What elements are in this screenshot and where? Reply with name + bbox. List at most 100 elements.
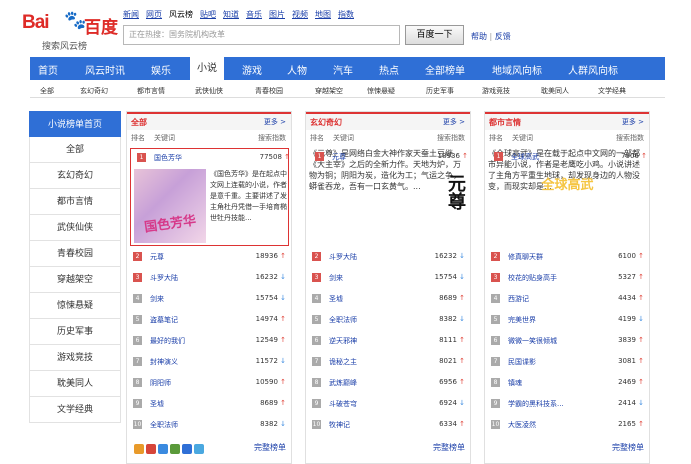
table-row[interactable]: 8 阴阳师 10590 ↑ — [127, 374, 291, 393]
table-row[interactable]: 10 全职法师 8382 ↓ — [127, 416, 291, 435]
topnav-link[interactable]: 新闻 — [123, 10, 139, 19]
table-row[interactable]: 5 全职法师 8382 ↓ — [306, 311, 470, 330]
subnav-link[interactable]: 青春校园 — [255, 86, 283, 96]
topnav-link[interactable]: 指数 — [338, 10, 354, 19]
sidebar-item[interactable]: 耽美同人 — [29, 371, 121, 397]
item-name[interactable]: 剑来 — [150, 294, 164, 304]
sidebar-item[interactable]: 穿越架空 — [29, 267, 121, 293]
topnav-link[interactable]: 视频 — [292, 10, 308, 19]
table-row[interactable]: 6 逆天邪神 8111 ↑ — [306, 332, 470, 351]
sidebar-item[interactable]: 游戏竞技 — [29, 345, 121, 371]
subnav-link[interactable]: 玄幻奇幻 — [80, 86, 108, 96]
subnav-link[interactable]: 耽美同人 — [541, 86, 569, 96]
item-name[interactable]: 学霸的黑科技系... — [508, 399, 564, 409]
full-list-link[interactable]: 完整榜单 — [254, 442, 286, 453]
item-name[interactable]: 全职法师 — [329, 315, 357, 325]
item-name[interactable]: 封神演义 — [150, 357, 178, 367]
top-item-card[interactable]: 1 全球高武 7906 ↑ 全球高武 《全球高武》是在载于起点中文网的一部都市异能小说，… — [488, 148, 647, 246]
table-row[interactable]: 4 西游记 4434 ↑ — [485, 290, 649, 309]
table-row[interactable]: 7 诡秘之主 8021 ↑ — [306, 353, 470, 372]
item-name[interactable]: 全职法师 — [150, 420, 178, 430]
top-item-card[interactable]: 1 元尊 18936 ↑ 元尊 《元尊》是网络白金大神作家天蚕土豆继《大主宰》之后的全新… — [309, 148, 468, 246]
table-row[interactable]: 1 国色芳华 77508 ↑ — [131, 149, 295, 168]
item-name[interactable]: 圣墟 — [150, 399, 164, 409]
table-row[interactable]: 7 民国谍影 3081 ↑ — [485, 353, 649, 372]
table-row[interactable]: 1 元尊 18936 ↑ — [309, 148, 473, 167]
nav-tab[interactable]: 人物 — [287, 62, 307, 77]
item-name[interactable]: 民国谍影 — [508, 357, 536, 367]
share-icon[interactable] — [170, 444, 180, 454]
baidu-logo[interactable]: Bai 🐾 百度 搜索风云榜 — [22, 10, 118, 52]
subnav-link[interactable]: 穿越架空 — [315, 86, 343, 96]
sidebar-item[interactable]: 惊悚悬疑 — [29, 293, 121, 319]
table-row[interactable]: 6 最好的我们 12549 ↑ — [127, 332, 291, 351]
nav-tab[interactable]: 风云时讯 — [85, 62, 125, 77]
share-icon[interactable] — [158, 444, 168, 454]
item-name[interactable]: 武炼巅峰 — [329, 378, 357, 388]
top-item-card[interactable]: 1 国色芳华 77508 ↑ 国色芳华 《国色芳华》是在起点中文网上连载的小说，作者是意… — [130, 148, 290, 246]
more-link[interactable]: 更多 > — [622, 117, 644, 127]
topnav-link[interactable]: 音乐 — [246, 10, 262, 19]
subnav-link[interactable]: 游戏竞技 — [482, 86, 510, 96]
full-list-link[interactable]: 完整榜单 — [612, 442, 644, 453]
item-name[interactable]: 完美世界 — [508, 315, 536, 325]
table-row[interactable]: 6 微微一笑很倾城 3839 ↑ — [485, 332, 649, 351]
share-icon[interactable] — [182, 444, 192, 454]
item-name[interactable]: 元尊 — [332, 152, 346, 162]
topnav-link[interactable]: 网页 — [146, 10, 162, 19]
item-name[interactable]: 盗墓笔记 — [150, 315, 178, 325]
item-name[interactable]: 逆天邪神 — [329, 336, 357, 346]
column-title[interactable]: 都市言情 — [489, 117, 521, 128]
table-row[interactable]: 2 修真聊天群 6100 ↑ — [485, 248, 649, 267]
topnav-link[interactable]: 图片 — [269, 10, 285, 19]
item-name[interactable]: 修真聊天群 — [508, 252, 543, 262]
topnav-link[interactable]: 知道 — [223, 10, 239, 19]
table-row[interactable]: 5 盗墓笔记 14974 ↑ — [127, 311, 291, 330]
topnav-link[interactable]: 风云榜 — [169, 10, 193, 19]
table-row[interactable]: 7 封神演义 11572 ↓ — [127, 353, 291, 372]
book-cover[interactable]: 国色芳华 — [134, 169, 206, 243]
nav-tab[interactable]: 汽车 — [333, 62, 353, 77]
item-name[interactable]: 西游记 — [508, 294, 529, 304]
item-name[interactable]: 微微一笑很倾城 — [508, 336, 557, 346]
item-name[interactable]: 国色芳华 — [154, 153, 182, 163]
table-row[interactable]: 4 剑来 15754 ↓ — [127, 290, 291, 309]
share-icon[interactable] — [134, 444, 144, 454]
item-name[interactable]: 牧神记 — [329, 420, 350, 430]
nav-tab[interactable]: 地域风向标 — [492, 62, 542, 77]
table-row[interactable]: 8 镇魂 2469 ↑ — [485, 374, 649, 393]
more-link[interactable]: 更多 > — [264, 117, 286, 127]
item-name[interactable]: 大医凌然 — [508, 420, 536, 430]
sidebar-item[interactable]: 都市言情 — [29, 189, 121, 215]
table-row[interactable]: 1 全球高武 7906 ↑ — [488, 148, 652, 167]
subnav-link[interactable]: 文学经典 — [598, 86, 626, 96]
table-row[interactable]: 5 完美世界 4199 ↓ — [485, 311, 649, 330]
table-row[interactable]: 10 大医凌然 2165 ↑ — [485, 416, 649, 435]
share-icon[interactable] — [146, 444, 156, 454]
table-row[interactable]: 3 剑来 15754 ↓ — [306, 269, 470, 288]
sidebar-item[interactable]: 玄幻奇幻 — [29, 163, 121, 189]
item-name[interactable]: 校花的贴身高手 — [508, 273, 557, 283]
column-title[interactable]: 全部 — [131, 117, 147, 128]
full-list-link[interactable]: 完整榜单 — [433, 442, 465, 453]
topnav-link[interactable]: 贴吧 — [200, 10, 216, 19]
feedback-link[interactable]: 反馈 — [495, 32, 511, 41]
nav-tab[interactable]: 小说 — [190, 57, 224, 80]
table-row[interactable]: 2 元尊 18936 ↑ — [127, 248, 291, 267]
subnav-link[interactable]: 历史军事 — [426, 86, 454, 96]
item-name[interactable]: 剑来 — [329, 273, 343, 283]
item-name[interactable]: 斗罗大陆 — [150, 273, 178, 283]
sidebar-item[interactable]: 青春校园 — [29, 241, 121, 267]
search-button[interactable]: 百度一下 — [405, 25, 464, 45]
table-row[interactable]: 8 武炼巅峰 6956 ↑ — [306, 374, 470, 393]
column-title[interactable]: 玄幻奇幻 — [310, 117, 342, 128]
table-row[interactable]: 10 牧神记 6334 ↑ — [306, 416, 470, 435]
item-name[interactable]: 诡秘之主 — [329, 357, 357, 367]
item-name[interactable]: 全球高武 — [511, 152, 539, 162]
search-input[interactable]: 正在热搜：国务院机构改革 — [123, 25, 400, 45]
nav-tab[interactable]: 游戏 — [242, 62, 262, 77]
item-name[interactable]: 元尊 — [150, 252, 164, 262]
item-name[interactable]: 阴阳师 — [150, 378, 171, 388]
topnav-link[interactable]: 地图 — [315, 10, 331, 19]
table-row[interactable]: 3 斗罗大陆 16232 ↓ — [127, 269, 291, 288]
